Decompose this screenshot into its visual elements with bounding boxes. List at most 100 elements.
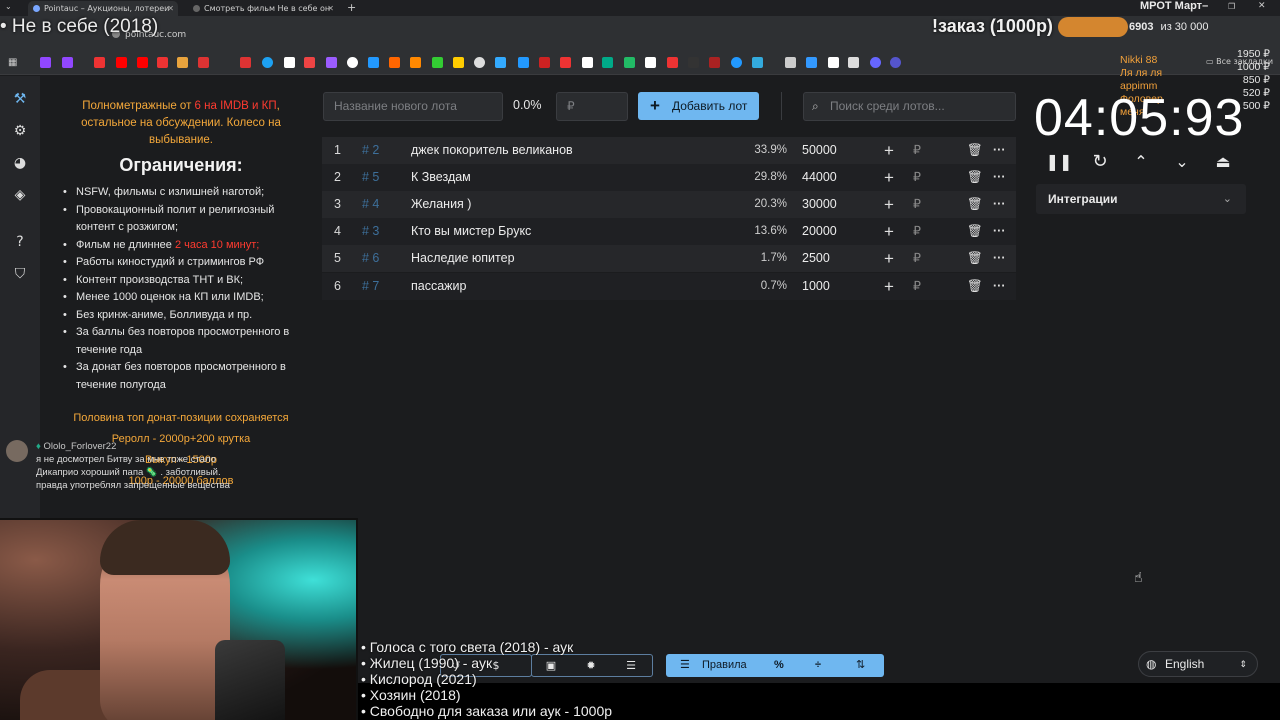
window-close-icon[interactable]: ✕ (1258, 1, 1266, 11)
currency-icon[interactable]: ₽ (913, 245, 921, 272)
add-amount-icon[interactable]: + (884, 218, 894, 245)
bookmark-icon[interactable] (624, 57, 635, 68)
more-icon[interactable]: ··· (993, 191, 1006, 218)
tab-pointauc[interactable]: Pointauc – Аукционы, лотереи ✕ (28, 1, 178, 16)
more-icon[interactable]: ··· (993, 164, 1006, 191)
reset-icon[interactable]: ↻ (1089, 150, 1111, 172)
sort-icon[interactable]: ⇅ (856, 654, 865, 677)
add-amount-icon[interactable]: + (884, 137, 894, 164)
bookmark-icon[interactable] (474, 57, 485, 68)
bookmark-icon[interactable] (262, 57, 273, 68)
tab-film[interactable]: Смотреть фильм Не в себе он ✕ (188, 1, 338, 16)
trash-icon[interactable]: 🗑 (967, 137, 983, 164)
list-view-icon[interactable]: ☰ (680, 654, 690, 677)
currency-icon[interactable]: ₽ (913, 273, 921, 300)
language-select[interactable]: ◍ English ⇕ (1138, 651, 1258, 677)
bookmark-icon[interactable] (137, 57, 148, 68)
bookmark-icon[interactable] (539, 57, 550, 68)
auction-hammer-icon[interactable]: ⚒ (11, 90, 29, 108)
table-row[interactable]: 1 # 2 джек покоритель великанов 33.9% 50… (322, 137, 1016, 164)
bookmark-icon[interactable] (177, 57, 188, 68)
bookmark-icon[interactable] (304, 57, 315, 68)
bookmark-icon[interactable] (347, 57, 358, 68)
bookmark-icon[interactable] (645, 57, 656, 68)
currency-icon[interactable]: ₽ (913, 164, 921, 191)
bookmark-icon[interactable] (890, 57, 901, 68)
more-icon[interactable]: ··· (993, 218, 1006, 245)
bookmark-icon[interactable] (157, 57, 168, 68)
eject-up-icon[interactable]: ⏏ (1212, 150, 1234, 172)
trash-icon[interactable]: 🗑 (967, 218, 983, 245)
bookmark-icon[interactable] (518, 57, 529, 68)
bookmark-icon[interactable] (582, 57, 593, 68)
bookmark-icon[interactable] (389, 57, 400, 68)
chevron-up-icon[interactable]: ⌃ (1130, 150, 1152, 172)
bookmark-icon[interactable] (240, 57, 251, 68)
bookmark-icon[interactable] (284, 57, 295, 68)
wheel-pie-icon[interactable]: ◕ (11, 154, 29, 172)
settings-gear-icon[interactable]: ⚙ (11, 122, 29, 140)
layers-icon[interactable]: ◈ (11, 186, 29, 204)
trash-icon[interactable]: 🗑 (967, 191, 983, 218)
add-amount-icon[interactable]: + (884, 245, 894, 272)
bookmark-icon[interactable] (432, 57, 443, 68)
search-lots-input[interactable]: ⌕ Поиск среди лотов... (803, 92, 1016, 121)
currency-icon[interactable]: ₽ (913, 137, 921, 164)
split-icon[interactable]: ÷ (815, 654, 821, 677)
currency-icon[interactable]: ₽ (913, 191, 921, 218)
trash-icon[interactable]: 🗑 (967, 273, 983, 300)
bookmark-icon[interactable] (806, 57, 817, 68)
add-amount-icon[interactable]: + (884, 191, 894, 218)
rules-button[interactable]: Правила (702, 654, 747, 677)
more-icon[interactable]: ··· (993, 137, 1006, 164)
bookmark-icon[interactable] (752, 57, 763, 68)
percent-button[interactable]: % (774, 654, 784, 677)
more-icon[interactable]: ··· (993, 273, 1006, 300)
bookmark-icon[interactable] (94, 57, 105, 68)
bookmark-icon[interactable] (667, 57, 678, 68)
new-lot-amount-input[interactable]: ₽ (556, 92, 628, 121)
bookmark-icon[interactable] (785, 57, 796, 68)
bookmark-icon[interactable] (731, 57, 742, 68)
apps-grid-icon[interactable]: ▦ (8, 57, 19, 68)
close-tab-icon[interactable]: ✕ (167, 1, 174, 16)
trash-icon[interactable]: 🗑 (967, 245, 983, 272)
bookmark-icon[interactable] (828, 57, 839, 68)
bookmark-icon[interactable] (62, 57, 73, 68)
table-row[interactable]: 5 # 6 Наследие юпитер 1.7% 2500 + ₽ 🗑 ··… (322, 245, 1016, 272)
add-amount-icon[interactable]: + (884, 164, 894, 191)
bookmark-icon[interactable] (688, 57, 699, 68)
add-amount-icon[interactable]: + (884, 273, 894, 300)
new-tab-button[interactable]: + (347, 1, 356, 14)
bookmark-icon[interactable] (602, 57, 613, 68)
close-tab-icon[interactable]: ✕ (327, 1, 334, 16)
window-restore-icon[interactable]: ❐ (1228, 2, 1235, 11)
bookmark-icon[interactable] (560, 57, 571, 68)
clear-list-icon[interactable]: ☰ (624, 658, 638, 672)
bookmark-icon[interactable] (198, 57, 209, 68)
bookmark-icon[interactable] (116, 57, 127, 68)
table-row[interactable]: 4 # 3 Кто вы мистер Брукс 13.6% 20000 + … (322, 218, 1016, 245)
trash-icon[interactable]: 🗑 (967, 164, 983, 191)
bookmark-icon[interactable] (709, 57, 720, 68)
bookmark-icon[interactable] (453, 57, 464, 68)
tab-list-icon[interactable]: ⌄ (5, 2, 12, 11)
add-lot-button[interactable]: + Добавить лот (638, 92, 759, 120)
new-lot-name-input[interactable]: Название нового лота (323, 92, 503, 121)
bookmark-icon[interactable] (848, 57, 859, 68)
table-row[interactable]: 3 # 4 Желания ) 20.3% 30000 + ₽ 🗑 ··· (322, 191, 1016, 218)
pause-icon[interactable]: ❚❚ (1046, 150, 1073, 172)
bookmark-icon[interactable] (495, 57, 506, 68)
more-icon[interactable]: ··· (993, 245, 1006, 272)
currency-icon[interactable]: ₽ (913, 218, 921, 245)
chevron-down-icon[interactable]: ⌄ (1171, 150, 1193, 172)
bookmark-icon[interactable] (410, 57, 421, 68)
integrations-accordion[interactable]: Интеграции ⌄ (1036, 184, 1246, 214)
bookmark-icon[interactable] (40, 57, 51, 68)
bookmark-icon[interactable] (368, 57, 379, 68)
table-row[interactable]: 2 # 5 К Звездам 29.8% 44000 + ₽ 🗑 ··· (322, 164, 1016, 191)
table-row[interactable]: 6 # 7 пассажир 0.7% 1000 + ₽ 🗑 ··· (322, 273, 1016, 300)
help-icon[interactable]: ? (11, 233, 29, 251)
shield-icon[interactable]: ⛉ (11, 265, 29, 283)
bookmark-icon[interactable] (870, 57, 881, 68)
